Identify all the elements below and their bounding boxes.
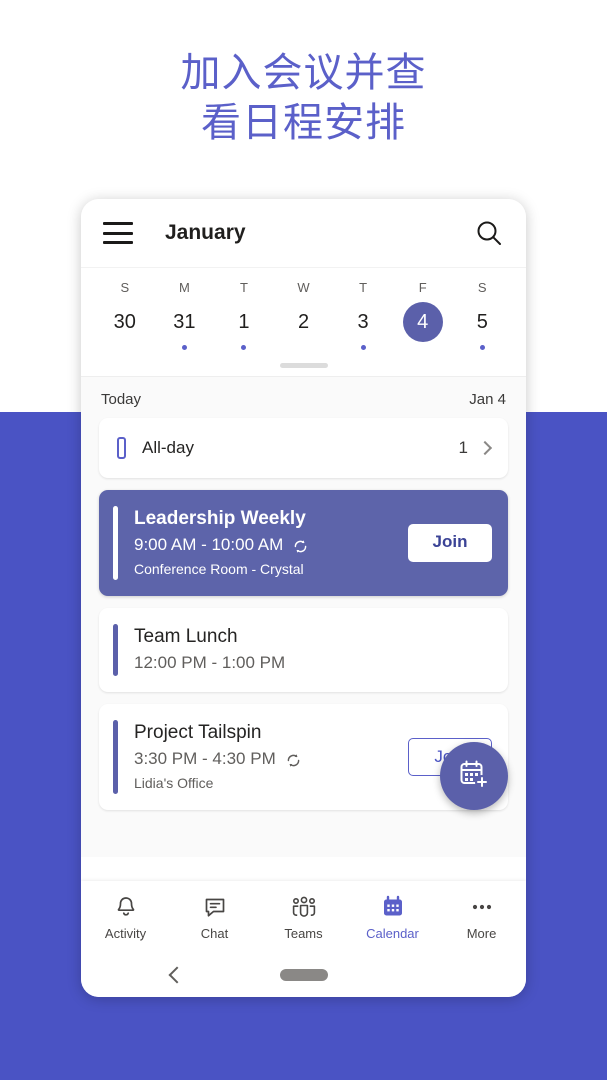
event-time: 12:00 PM - 1:00 PM — [134, 653, 286, 672]
headline-line-2: 看日程安排 — [201, 101, 406, 145]
nav-label-calendar: Calendar — [366, 926, 419, 941]
dow-cell: F — [393, 270, 453, 299]
home-pill-icon[interactable] — [280, 969, 328, 981]
chevron-right-icon[interactable] — [477, 440, 493, 456]
event-time-row: 3:30 PM - 4:30 PM — [134, 746, 398, 772]
new-event-fab[interactable] — [440, 742, 508, 810]
calendar-drag-handle[interactable] — [279, 363, 328, 368]
event-title: Project Tailspin — [134, 722, 262, 743]
nav-item-teams[interactable]: Teams — [259, 893, 348, 941]
calendar-day-number[interactable]: 31 — [164, 302, 204, 342]
system-navigation-bar — [81, 953, 526, 997]
dow-cell: S — [95, 270, 155, 299]
event-details: Team Lunch 12:00 PM - 1:00 PM — [134, 624, 492, 676]
calendar-day-number[interactable]: 2 — [284, 302, 324, 342]
day-number-row: 30 31 1 2 3 4 5 — [81, 299, 526, 357]
event-time-row: 12:00 PM - 1:00 PM — [134, 650, 492, 676]
event-dot — [360, 345, 366, 350]
dow-cell: M — [155, 270, 215, 299]
calendar-day-cell[interactable]: 3 — [333, 299, 393, 357]
event-time: 3:30 PM - 4:30 PM — [134, 749, 276, 768]
event-dot — [479, 345, 485, 350]
calendar-add-icon — [457, 757, 491, 796]
dow-cell: T — [214, 270, 274, 299]
hamburger-menu-icon[interactable] — [103, 222, 133, 244]
recurring-icon — [285, 751, 302, 768]
headline-line-1: 加入会议并查 — [180, 51, 427, 95]
calendar-day-number[interactable]: 1 — [224, 302, 264, 342]
event-dot — [241, 345, 247, 350]
nav-label-more: More — [466, 926, 497, 941]
chat-icon — [170, 893, 259, 921]
event-location: Conference Room - Crystal — [134, 561, 304, 577]
event-dot — [181, 345, 187, 350]
event-card[interactable]: Leadership Weekly 9:00 AM - 10:00 AM Con… — [99, 490, 508, 596]
nav-item-activity[interactable]: Activity — [81, 893, 170, 941]
dow-label: T — [359, 280, 368, 295]
event-title: Team Lunch — [134, 626, 238, 647]
dow-label: S — [120, 280, 130, 295]
event-title: Leadership Weekly — [134, 508, 306, 529]
phone-mockup: January S M T W T F S 30 31 1 2 3 4 5 To… — [81, 199, 526, 997]
all-day-count: 1 — [458, 438, 468, 457]
calendar-day-number[interactable]: 30 — [105, 302, 145, 342]
calendar-week-strip: S M T W T F S 30 31 1 2 3 4 5 — [81, 267, 526, 368]
event-time-row: 9:00 AM - 10:00 AM — [134, 532, 398, 558]
all-day-row[interactable]: All-day 1 — [99, 418, 508, 478]
calendar-day-cell[interactable]: 31 — [155, 299, 215, 357]
all-day-label: All-day — [142, 438, 194, 457]
teams-icon — [259, 893, 348, 921]
page-headline: 加入会议并查 看日程安排 — [0, 48, 607, 148]
nav-item-more[interactable]: More — [437, 893, 526, 941]
calendar-day-number[interactable]: 4 — [402, 302, 443, 342]
event-accent-bar — [113, 720, 118, 794]
app-header: January — [81, 199, 526, 267]
dow-cell: W — [274, 270, 334, 299]
calendar-day-cell[interactable]: 2 — [274, 299, 334, 357]
day-of-week-row: S M T W T F S — [81, 270, 526, 299]
search-icon[interactable] — [474, 218, 504, 248]
ellipsis-icon — [437, 893, 526, 921]
dow-cell: S — [452, 270, 512, 299]
calendar-day-number[interactable]: 5 — [462, 302, 502, 342]
nav-item-chat[interactable]: Chat — [170, 893, 259, 941]
event-details: Project Tailspin 3:30 PM - 4:30 PM Lidia… — [134, 720, 398, 794]
bottom-navigation-bar: Activity Chat Teams Calendar More — [81, 881, 526, 953]
nav-label-teams: Teams — [284, 926, 323, 941]
today-label: Today — [101, 391, 142, 408]
event-card[interactable]: Team Lunch 12:00 PM - 1:00 PM — [99, 608, 508, 692]
back-chevron-icon[interactable] — [168, 966, 186, 984]
calendar-day-cell[interactable]: 30 — [95, 299, 155, 357]
event-accent-bar — [113, 624, 118, 676]
nav-label-chat: Chat — [200, 926, 229, 941]
recurring-icon — [292, 537, 309, 554]
calendar-day-number[interactable]: 3 — [343, 302, 383, 342]
dow-label: T — [239, 280, 248, 295]
join-button[interactable]: Join — [408, 524, 492, 562]
dow-label: M — [178, 280, 190, 295]
allday-bar-icon — [117, 437, 126, 459]
dow-label: S — [477, 280, 487, 295]
dow-cell: T — [333, 270, 393, 299]
event-details: Leadership Weekly 9:00 AM - 10:00 AM Con… — [134, 506, 398, 580]
calendar-day-cell[interactable]: 1 — [214, 299, 274, 357]
event-location: Lidia's Office — [134, 775, 214, 791]
event-time: 9:00 AM - 10:00 AM — [134, 535, 284, 554]
agenda-list: Today Jan 4 All-day 1 Leadership Weekly … — [81, 376, 526, 857]
calendar-icon — [348, 893, 437, 921]
calendar-day-cell[interactable]: 5 — [452, 299, 512, 357]
month-title: January — [165, 221, 246, 244]
nav-label-activity: Activity — [104, 926, 147, 941]
today-date: Jan 4 — [469, 391, 506, 408]
dow-label: F — [418, 280, 427, 295]
bell-icon — [81, 893, 170, 921]
calendar-day-cell-selected[interactable]: 4 — [393, 299, 453, 357]
dow-label: W — [297, 280, 310, 295]
nav-item-calendar[interactable]: Calendar — [348, 893, 437, 941]
event-accent-bar — [113, 506, 118, 580]
today-header-row: Today Jan 4 — [81, 377, 526, 418]
